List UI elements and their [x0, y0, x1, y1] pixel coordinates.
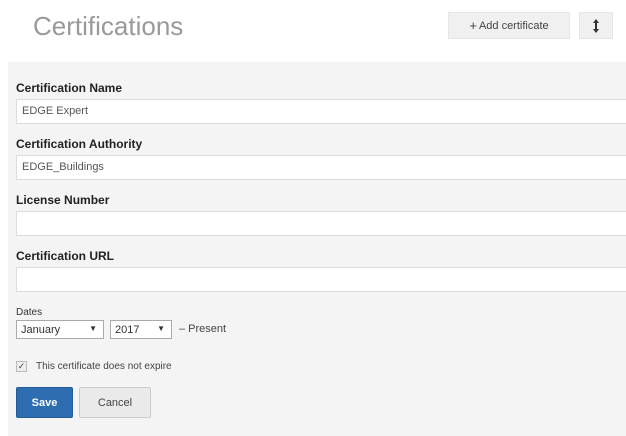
page-title: Certifications [33, 11, 184, 41]
no-expire-checkbox[interactable]: ✓ [16, 361, 27, 372]
certification-url-input[interactable] [16, 267, 626, 292]
certification-url-label: Certification URL [16, 249, 115, 263]
year-value: 2017 [115, 323, 140, 336]
month-select[interactable]: January ▼ [16, 320, 104, 339]
add-certificate-button[interactable]: + Add certificate [448, 12, 570, 39]
dropdown-arrow-icon: ▼ [157, 324, 165, 333]
license-number-input[interactable] [16, 211, 626, 236]
dropdown-arrow-icon: ▼ [89, 324, 97, 333]
year-select[interactable]: 2017 ▼ [110, 320, 172, 339]
certification-name-input[interactable]: EDGE Expert [16, 99, 626, 124]
plus-icon: + [469, 18, 477, 33]
month-value: January [21, 323, 61, 336]
license-number-label: License Number [16, 193, 110, 207]
sort-vertical-icon [593, 18, 599, 33]
present-text: – Present [179, 323, 227, 335]
add-certificate-label: Add certificate [478, 19, 549, 32]
certification-authority-label: Certification Authority [16, 137, 143, 151]
certification-name-label: Certification Name [16, 81, 123, 95]
cancel-button[interactable]: Cancel [79, 387, 151, 418]
no-expire-label: This certificate does not expire [36, 361, 172, 372]
certification-authority-input[interactable]: EDGE_Buildings [16, 155, 626, 180]
sort-button[interactable] [579, 12, 613, 39]
save-button[interactable]: Save [16, 387, 73, 418]
dates-label: Dates [16, 307, 43, 318]
